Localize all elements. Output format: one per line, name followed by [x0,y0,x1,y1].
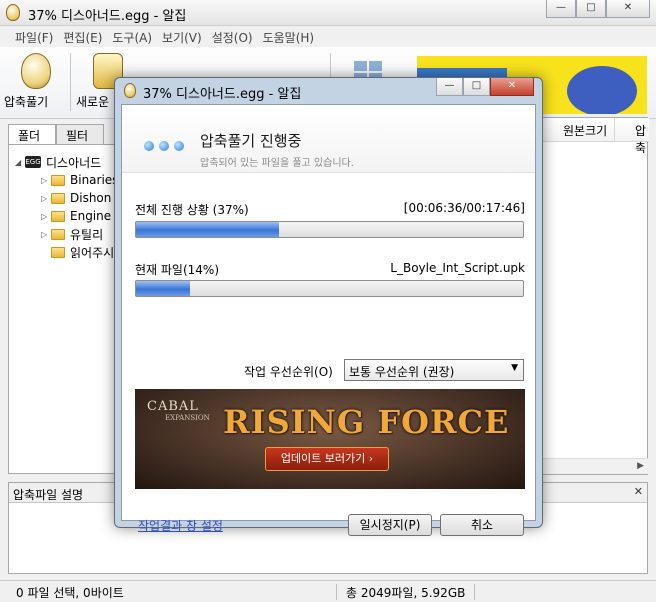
tree-item[interactable]: ▷ Dishon [41,189,111,207]
file-list: 원본크기 압축 [540,117,649,475]
extract-progress-dialog: 37% 디스아너드.egg - 알집 — □ ✕ 압축풀기 진행중 압축되어 있… [114,77,543,536]
menu-view[interactable]: 보기(V) [157,27,207,47]
current-file-label: 현재 파일(14%) [135,263,220,277]
tree-tabs: 폴더 필터 [8,124,104,145]
tree-item-label: Engine [70,209,112,223]
banner-brand-sub: EXPANSION [165,414,210,422]
status-divider [474,584,475,600]
tree-item-label: 유틸리 [70,227,104,242]
tree-item-label: Dishon [70,191,112,205]
scroll-right-icon[interactable]: ▶ [637,461,644,471]
pause-button[interactable]: 일시정지(P) [348,514,432,536]
tab-filter[interactable]: 필터 [56,124,104,144]
banner-brand: CABAL [147,399,199,414]
folder-icon [51,210,65,222]
extract-toolbar-label: 압축풀기 [4,95,49,109]
folder-icon [51,174,65,186]
overall-progress-fill [136,222,280,237]
close-button[interactable]: ✕ [606,0,650,18]
new-toolbar-label: 새로운 [76,95,110,109]
priority-value: 보통 우선순위 (권장) [349,365,455,379]
banner-title: RISING FORCE [223,403,510,441]
folder-icon [51,192,65,204]
dialog-minimize-button[interactable]: — [436,78,463,96]
folder-tree: ◢ EGG 디스아너드 ▷ Binaries ▷ Dishon ▷ Engine… [8,144,118,474]
extract-toolbar-button[interactable]: 압축풀기 [4,51,68,115]
tree-item-label: Binaries [70,173,119,187]
overall-progress-bar [135,221,524,238]
close-icon[interactable]: ✕ [634,485,643,498]
dialog-body: 압축풀기 진행중 압축되어 있는 파일을 풀고 있습니다. 전체 진행 상황 (… [121,104,536,536]
priority-label: 작업 우선순위(O) [244,365,333,379]
cancel-button[interactable]: 취소 [440,514,524,536]
tree-root[interactable]: ◢ EGG 디스아너드 [15,153,101,171]
menu-edit[interactable]: 편집(E) [58,27,107,47]
current-file-progress-fill [136,281,191,296]
dialog-titlebar: 37% 디스아너드.egg - 알집 — □ ✕ [115,78,542,104]
tree-item[interactable]: ▷ Engine [41,207,111,225]
alzip-egg-icon [124,83,136,98]
menu-bar: 파일(F) 편집(E) 도구(A) 보기(V) 설정(O) 도움말(H) [0,27,656,47]
toolbar-separator [70,53,71,111]
tree-root-label: 디스아너드 [46,155,102,170]
folder-icon [51,246,65,258]
status-divider [336,584,337,600]
dialog-header: 압축풀기 진행중 압축되어 있는 파일을 풀고 있습니다. [122,105,535,173]
dialog-maximize-button[interactable]: □ [463,78,490,96]
egg-file-icon: EGG [25,156,41,168]
tree-item-label: 읽어주시 [70,245,115,260]
status-selection: 0 파일 선택, 0바이트 [16,586,124,600]
result-window-settings-link[interactable]: 작업결과 창 설정 [138,517,223,534]
column-header-compressed[interactable]: 압축 [615,118,649,155]
ad-decoration [567,66,637,114]
banner-update-button[interactable]: 업데이트 보러가기 › [265,447,389,471]
egg-icon [21,53,51,89]
menu-tools[interactable]: 도구(A) [107,27,157,47]
chevron-down-icon: ▼ [511,363,518,373]
menu-help[interactable]: 도움말(H) [258,27,320,47]
status-bar: 0 파일 선택, 0바이트 총 2049파일, 5.92GB [0,580,656,602]
minimize-button[interactable]: — [546,0,576,18]
menu-file[interactable]: 파일(F) [10,27,58,47]
overall-progress-label: 전체 진행 상황 (37%) [135,203,249,217]
expand-icon[interactable]: ▷ [41,230,51,239]
dialog-subheading: 압축되어 있는 파일을 풀고 있습니다. [200,158,354,169]
current-file-name: L_Boyle_Int_Script.upk [390,261,525,275]
dialog-close-button[interactable]: ✕ [490,78,534,96]
menu-settings[interactable]: 설정(O) [207,27,258,47]
main-titlebar: 37% 디스아너드.egg - 알집 — □ ✕ [0,0,656,26]
tree-item[interactable]: 읽어주시 [41,243,114,261]
tree-item[interactable]: ▷ 유틸리 [41,225,103,243]
dialog-heading: 압축풀기 진행중 [200,132,302,150]
expand-icon[interactable]: ▷ [41,212,51,221]
progress-dots-icon [144,141,184,151]
status-total: 총 2049파일, 5.92GB [346,586,466,600]
collapse-icon[interactable]: ◢ [15,158,25,167]
horizontal-scrollbar[interactable]: ▶ [540,458,648,474]
alzip-egg-icon [6,4,20,21]
maximize-button[interactable]: □ [576,0,606,18]
tab-folder[interactable]: 폴더 [8,124,56,145]
column-header-original-size[interactable]: 원본크기 [541,118,615,142]
overall-elapsed-time: [00:06:36/00:17:46] [403,201,525,215]
dialog-title: 37% 디스아너드.egg - 알집 [143,87,302,102]
main-window-title: 37% 디스아너드.egg - 알집 [28,9,187,24]
ad-banner[interactable]: CABAL EXPANSION RISING FORCE 업데이트 보러가기 › [135,389,525,489]
priority-select[interactable]: 보통 우선순위 (권장) ▼ [344,359,524,381]
current-file-progress-bar [135,280,524,297]
expand-icon[interactable]: ▷ [41,176,51,185]
tree-item[interactable]: ▷ Binaries [41,171,118,189]
folder-icon [51,228,65,240]
expand-icon[interactable]: ▷ [41,194,51,203]
